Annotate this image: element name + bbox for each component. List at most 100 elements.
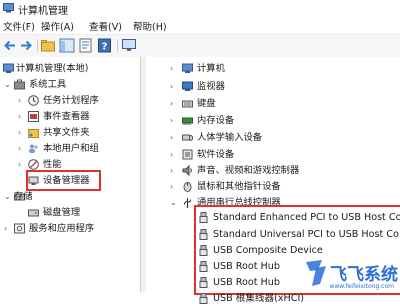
window-title: 计算机管理 xyxy=(18,6,68,17)
chevron-right-icon[interactable]: › xyxy=(18,109,21,124)
usb-device-label: Standard Enhanced PCI to USB Host Co xyxy=(213,212,400,223)
tree-item-label: 磁盘管理 xyxy=(43,207,81,218)
chevron-down-icon[interactable]: ⌄ xyxy=(4,77,11,92)
menu-help[interactable]: 帮助(H) xyxy=(133,19,167,33)
shared-folder-icon xyxy=(28,129,39,138)
chevron-right-icon[interactable]: › xyxy=(18,93,21,108)
device-category-label: 监视器 xyxy=(197,81,225,92)
computer-management-icon xyxy=(3,3,14,13)
keyboard-icon xyxy=(182,100,193,108)
chevron-right-icon[interactable]: › xyxy=(170,79,173,94)
usb-device-label: USB Root Hub xyxy=(213,261,280,272)
menu-action[interactable]: 操作(A) xyxy=(41,19,74,33)
tree-item-local-users[interactable]: › 本地用户和组 xyxy=(0,141,140,156)
tree-item-shared-folders[interactable]: › 共享文件夹 xyxy=(0,125,140,140)
computer-icon xyxy=(182,63,193,73)
chevron-right-icon[interactable]: › xyxy=(170,61,173,76)
tree-item-label: 共享文件夹 xyxy=(43,127,90,138)
device-category-label: 声音、视频和游戏控制器 xyxy=(197,165,300,176)
chevron-right-icon[interactable]: › xyxy=(170,96,173,111)
device-category-label: 鼠标和其他指针设备 xyxy=(197,181,281,192)
chevron-right-icon[interactable]: › xyxy=(170,163,173,178)
event-viewer-icon xyxy=(28,111,39,122)
device-category-label: 人体学输入设备 xyxy=(197,132,263,143)
watermark-url: www.feifeixitong.com xyxy=(329,283,394,290)
tree-item-label: 存储 xyxy=(14,191,33,202)
services-icon xyxy=(14,223,25,234)
toolbar-separator xyxy=(37,39,38,52)
performance-icon xyxy=(28,159,39,170)
chevron-right-icon[interactable]: › xyxy=(170,130,173,145)
device-category-label: 计算机 xyxy=(197,63,225,74)
usb-icon xyxy=(184,198,191,208)
usb-device-label: USB 根集线器(xHCI) xyxy=(213,293,305,304)
device-manager-highlight xyxy=(26,170,101,191)
device-category-memory[interactable]: › 内存设备 xyxy=(146,113,400,128)
device-category-monitors[interactable]: › 监视器 xyxy=(146,79,400,94)
chevron-right-icon[interactable]: › xyxy=(18,157,21,172)
menu-bar: 文件(F) 操作(A) 查看(V) 帮助(H) xyxy=(0,17,400,34)
menu-view[interactable]: 查看(V) xyxy=(89,19,122,33)
chevron-right-icon[interactable]: › xyxy=(170,147,173,162)
tree-item-disk-management[interactable]: 磁盘管理 xyxy=(0,205,140,220)
users-icon xyxy=(29,144,38,153)
chevron-right-icon[interactable]: › xyxy=(4,221,7,236)
usb-device-label: USB Root Hub xyxy=(213,277,280,288)
device-category-label: 内存设备 xyxy=(197,115,235,126)
device-category-hid[interactable]: › 人体学输入设备 xyxy=(146,130,400,145)
tree-item-task-scheduler[interactable]: › 任务计划程序 xyxy=(0,93,140,108)
monitor-icon[interactable] xyxy=(121,38,137,53)
properties-icon[interactable] xyxy=(78,38,94,53)
show-hide-tree-icon[interactable] xyxy=(59,38,75,53)
tree-item-label: 事件查看器 xyxy=(43,111,90,122)
tree-root-item[interactable]: 计算机管理(本地) xyxy=(0,61,140,76)
monitor-icon xyxy=(182,81,193,91)
device-category-software[interactable]: › 软件设备 xyxy=(146,147,400,162)
back-icon[interactable] xyxy=(2,38,18,53)
chevron-right-icon[interactable]: › xyxy=(170,113,173,128)
usb-plug-icon xyxy=(199,261,208,272)
usb-plug-icon xyxy=(199,212,208,223)
usb-device-item[interactable]: Standard Universal PCI to USB Host Co xyxy=(146,227,400,242)
chevron-down-icon[interactable]: ⌄ xyxy=(4,189,11,204)
tree-item-label: 任务计划程序 xyxy=(43,95,99,106)
clock-icon xyxy=(28,95,39,106)
tree-item-event-viewer[interactable]: › 事件查看器 xyxy=(0,109,140,124)
device-category-keyboards[interactable]: › 键盘 xyxy=(146,96,400,111)
usb-plug-icon xyxy=(199,277,208,288)
svg-text:飞飞系统: 飞飞系统 xyxy=(330,264,398,285)
tree-item-label: 系统工具 xyxy=(29,79,67,90)
usb-plug-icon xyxy=(199,293,208,304)
tree-item-label: 服务和应用程序 xyxy=(29,223,95,234)
tree-item-system-tools[interactable]: ⌄ 系统工具 xyxy=(0,77,140,92)
svg-text:?: ? xyxy=(102,42,108,53)
memory-icon xyxy=(182,117,193,125)
up-folder-icon[interactable] xyxy=(40,38,56,53)
device-category-label: 键盘 xyxy=(197,98,216,109)
toolbar: ? xyxy=(0,34,400,58)
usb-device-item[interactable]: Standard Enhanced PCI to USB Host Co xyxy=(146,210,400,225)
device-category-computer[interactable]: › 计算机 xyxy=(146,61,400,76)
console-tree-pane: 计算机管理(本地) ⌄ 系统工具 › 任务计划程序 › 事件查看器 › 共享文件… xyxy=(0,57,141,292)
software-device-icon xyxy=(182,149,193,160)
mouse-icon xyxy=(183,182,192,192)
chevron-right-icon[interactable]: › xyxy=(18,141,21,156)
tree-item-storage[interactable]: ⌄ 存储 xyxy=(0,189,140,204)
hid-icon xyxy=(182,134,193,141)
usb-device-item[interactable]: USB 根集线器(xHCI) xyxy=(146,291,400,306)
menu-file[interactable]: 文件(F) xyxy=(3,19,35,33)
device-category-sound[interactable]: › 声音、视频和游戏控制器 xyxy=(146,163,400,178)
tree-root-label: 计算机管理(本地) xyxy=(16,63,89,74)
forward-icon[interactable] xyxy=(18,38,34,53)
tree-item-services[interactable]: › 服务和应用程序 xyxy=(0,221,140,236)
device-category-mice[interactable]: › 鼠标和其他指针设备 xyxy=(146,179,400,194)
toolbar-separator xyxy=(117,39,118,52)
chevron-right-icon[interactable]: › xyxy=(18,125,21,140)
chevron-down-icon[interactable]: ⌄ xyxy=(170,195,177,210)
chevron-right-icon[interactable]: › xyxy=(170,179,173,194)
disk-icon xyxy=(28,209,39,217)
device-category-label: 软件设备 xyxy=(197,149,235,160)
help-icon[interactable]: ? xyxy=(97,38,113,53)
usb-plug-icon xyxy=(199,245,208,256)
toolbox-icon xyxy=(14,79,25,90)
